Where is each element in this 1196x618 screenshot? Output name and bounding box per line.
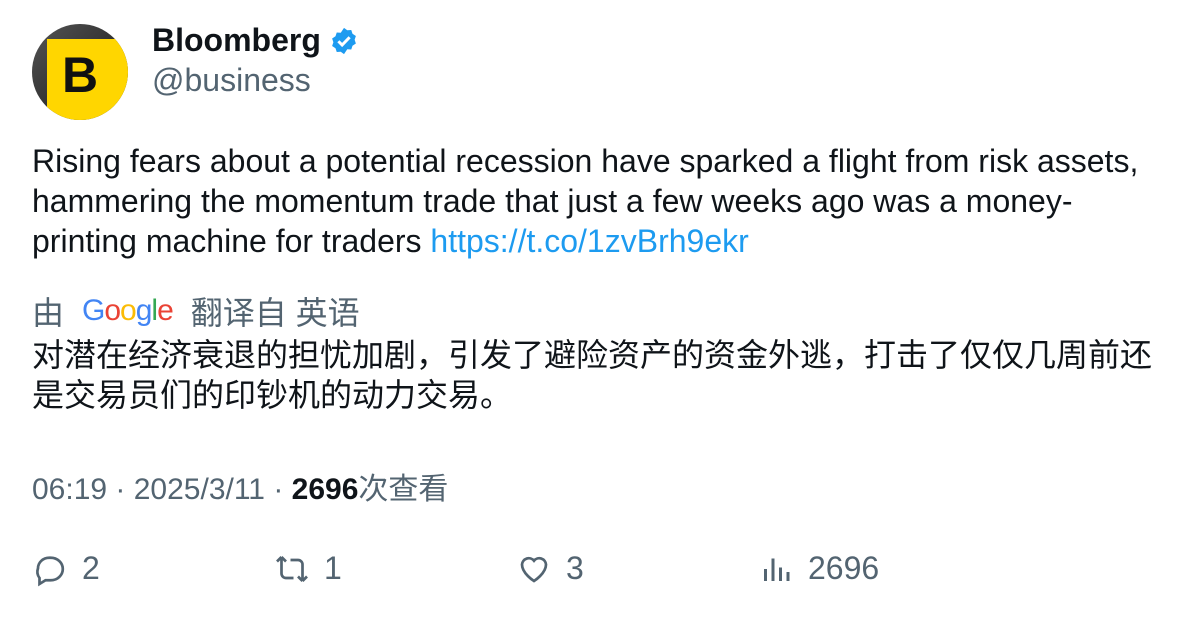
author-name[interactable]: Bloomberg bbox=[152, 22, 359, 59]
verified-badge-icon bbox=[332, 27, 356, 54]
retweet-icon bbox=[276, 555, 308, 582]
like-button[interactable]: 3 bbox=[516, 550, 758, 587]
google-logo: Google bbox=[82, 294, 174, 327]
reply-button[interactable]: 2 bbox=[32, 550, 274, 587]
tweet-link[interactable]: https://t.co/1zvBrh9ekr bbox=[430, 223, 748, 259]
translation-attribution: 由 Google 翻译自 英语 bbox=[32, 294, 360, 331]
analytics-icon bbox=[764, 558, 790, 581]
action-bar: 2 1 3 2696 bbox=[32, 550, 1000, 587]
tweet-meta: 06:19 · 2025/3/11 · 2696次查看 bbox=[32, 473, 449, 506]
views-button[interactable]: 2696 bbox=[758, 550, 1000, 587]
reply-icon bbox=[36, 555, 65, 586]
author-handle[interactable]: @business bbox=[152, 62, 311, 99]
tweet-text: Rising fears about a potential recession… bbox=[32, 143, 1139, 259]
heart-icon bbox=[520, 556, 548, 583]
retweet-button[interactable]: 1 bbox=[274, 550, 516, 587]
translated-text: 对潜在经济衰退的担忧加剧，引发了避险资产的资金外逃，打击了仅仅几周前还是交易员们… bbox=[32, 337, 1153, 413]
avatar[interactable]: B bbox=[32, 24, 128, 120]
